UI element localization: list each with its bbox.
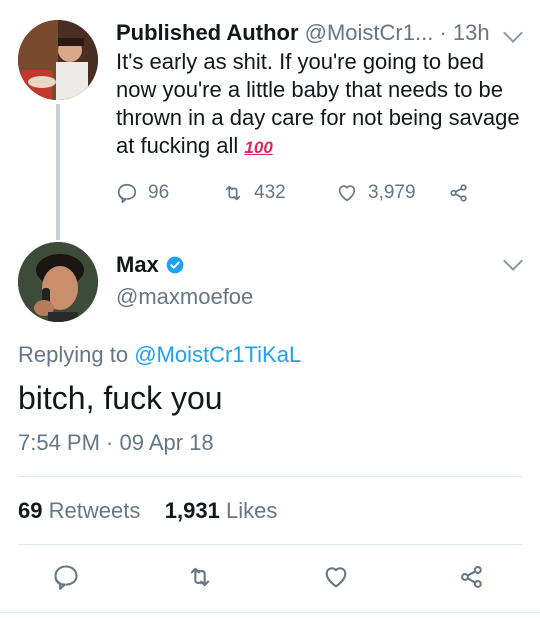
parent-author-handle[interactable]: @MoistCr1...: [305, 20, 434, 45]
retweet-count: 432: [254, 182, 286, 203]
avatar-photo-icon: [18, 242, 98, 322]
parent-tweet-header: Published Author @MoistCr1... · 13h: [116, 20, 490, 46]
likes-stat[interactable]: 1,931 Likes: [165, 498, 278, 523]
divider: [0, 612, 540, 613]
reply-button[interactable]: 96: [116, 180, 169, 206]
reply-icon: [117, 183, 137, 203]
reply-icon[interactable]: [52, 563, 80, 591]
main-author-name-row: Max: [116, 252, 185, 278]
reply-count: 96: [148, 182, 170, 203]
like-total: 1,931: [164, 498, 220, 523]
parent-author-avatar[interactable]: [18, 20, 98, 100]
main-author-handle[interactable]: @maxmoefoe: [116, 284, 253, 310]
parent-author-name[interactable]: Published Author: [116, 20, 299, 45]
likes-label: Likes: [225, 498, 278, 523]
chevron-down-icon[interactable]: [503, 23, 523, 43]
main-tweet-text: bitch, fuck you: [18, 380, 223, 416]
replying-to-handle-link[interactable]: @MoistCr1TiKaL: [134, 342, 301, 367]
retweets-label: Retweets: [48, 498, 141, 523]
heart-icon: [338, 185, 356, 202]
retweet-icon[interactable]: [186, 563, 214, 591]
thread-connector-line: [56, 104, 60, 240]
like-button[interactable]: 3,979: [336, 180, 416, 206]
tweet-timestamp[interactable]: 7:54 PM · 09 Apr 18: [18, 430, 214, 456]
chevron-down-icon[interactable]: [503, 251, 523, 271]
hundred-points-emoji-icon: 100: [244, 138, 273, 157]
parent-tweet-time[interactable]: 13h: [453, 20, 490, 45]
parent-tweet-body: It's early as shit. If you're going to b…: [116, 49, 520, 158]
tweet-stats: 69 Retweets 1,931 Likes: [18, 498, 277, 524]
retweet-total: 69: [18, 498, 43, 523]
share-button[interactable]: [448, 180, 480, 206]
avatar-photo-icon: [18, 20, 98, 100]
parent-tweet-text: It's early as shit. If you're going to b…: [116, 48, 526, 162]
divider: [18, 544, 522, 545]
heart-icon[interactable]: [322, 563, 350, 591]
divider: [18, 476, 522, 477]
retweets-stat[interactable]: 69 Retweets: [18, 498, 140, 523]
replying-to-label: Replying to: [18, 342, 129, 367]
replying-to-line: Replying to @MoistCr1TiKaL: [18, 342, 301, 368]
header-separator: ·: [439, 20, 447, 45]
retweet-button[interactable]: 432: [222, 180, 286, 206]
share-icon[interactable]: [458, 563, 486, 591]
main-author-avatar[interactable]: [18, 242, 98, 322]
retweet-icon: [225, 185, 241, 201]
share-icon: [450, 184, 467, 202]
main-author-name[interactable]: Max: [116, 252, 159, 278]
like-count: 3,979: [368, 182, 416, 203]
verified-badge-icon: [166, 256, 184, 274]
